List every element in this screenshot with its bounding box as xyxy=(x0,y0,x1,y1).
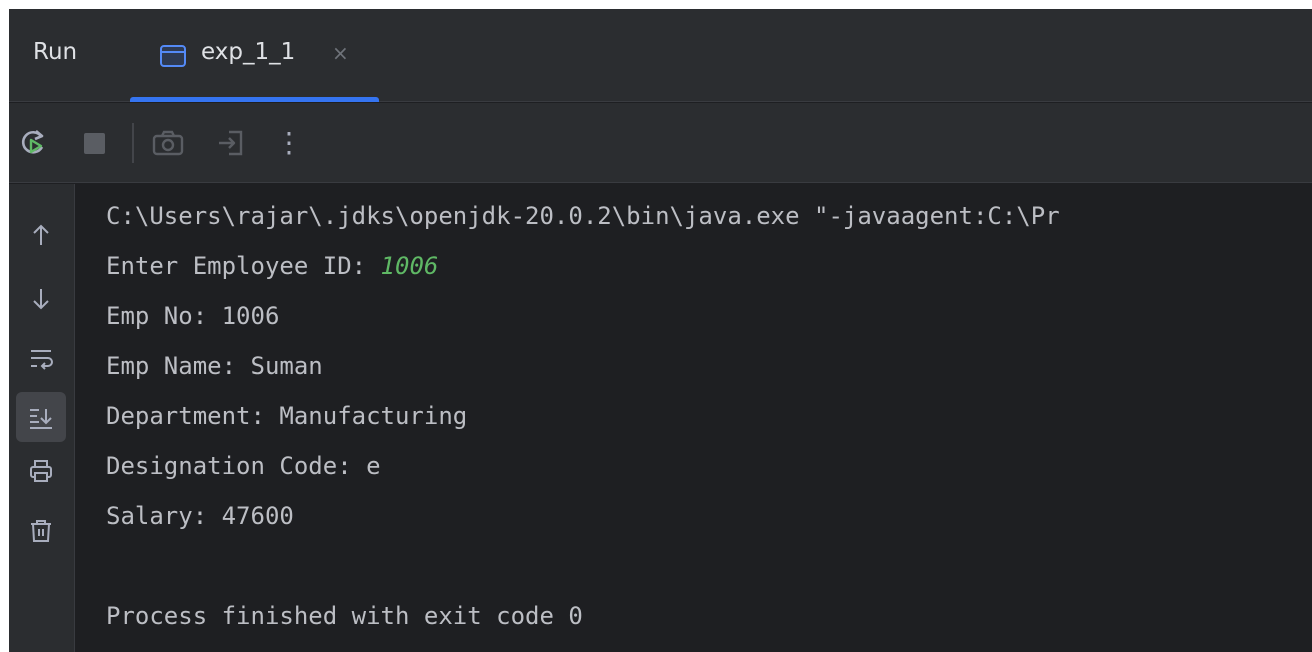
screenshot-icon[interactable] xyxy=(150,125,186,161)
input-prompt-line: Enter Employee ID: 1006 xyxy=(106,248,438,284)
up-arrow-icon[interactable] xyxy=(16,210,66,260)
stop-icon[interactable] xyxy=(78,125,114,161)
run-tool-window: Run exp_1_1 × ⋮ C:\Users\rajar\.jdks\ope… xyxy=(9,9,1312,652)
department-line: Department: Manufacturing xyxy=(106,402,468,430)
user-input: 1006 xyxy=(380,252,439,280)
command-line: C:\Users\rajar\.jdks\openjdk-20.0.2\bin\… xyxy=(106,202,1060,230)
console-output[interactable]: C:\Users\rajar\.jdks\openjdk-20.0.2\bin\… xyxy=(76,184,1312,652)
exit-icon[interactable] xyxy=(213,125,249,161)
down-arrow-icon[interactable] xyxy=(16,274,66,324)
input-prompt: Enter Employee ID: xyxy=(106,252,381,280)
console-side-toolbar xyxy=(9,184,75,652)
rerun-icon[interactable] xyxy=(15,125,51,161)
more-icon[interactable]: ⋮ xyxy=(271,125,307,161)
exit-message-line: Process finished with exit code 0 xyxy=(106,602,583,630)
print-icon[interactable] xyxy=(16,446,66,496)
emp-no-line: Emp No: 1006 xyxy=(106,302,280,330)
run-header: Run exp_1_1 × xyxy=(9,9,1312,102)
salary-line: Salary: 47600 xyxy=(106,502,294,530)
run-title: Run xyxy=(33,39,78,65)
designation-line: Designation Code: e xyxy=(106,452,381,480)
toolbar-separator xyxy=(132,123,134,163)
soft-wrap-icon[interactable] xyxy=(16,333,66,383)
close-icon[interactable]: × xyxy=(332,41,349,65)
console-tab-icon xyxy=(160,45,186,67)
emp-name-line: Emp Name: Suman xyxy=(106,352,323,380)
tab-label: exp_1_1 xyxy=(201,39,296,65)
trash-icon[interactable] xyxy=(16,506,66,556)
scroll-to-end-icon[interactable] xyxy=(16,392,66,442)
run-toolbar: ⋮ xyxy=(9,103,1312,183)
active-tab-indicator xyxy=(130,97,379,102)
tab-exp-1-1[interactable]: exp_1_1 × xyxy=(130,9,379,102)
